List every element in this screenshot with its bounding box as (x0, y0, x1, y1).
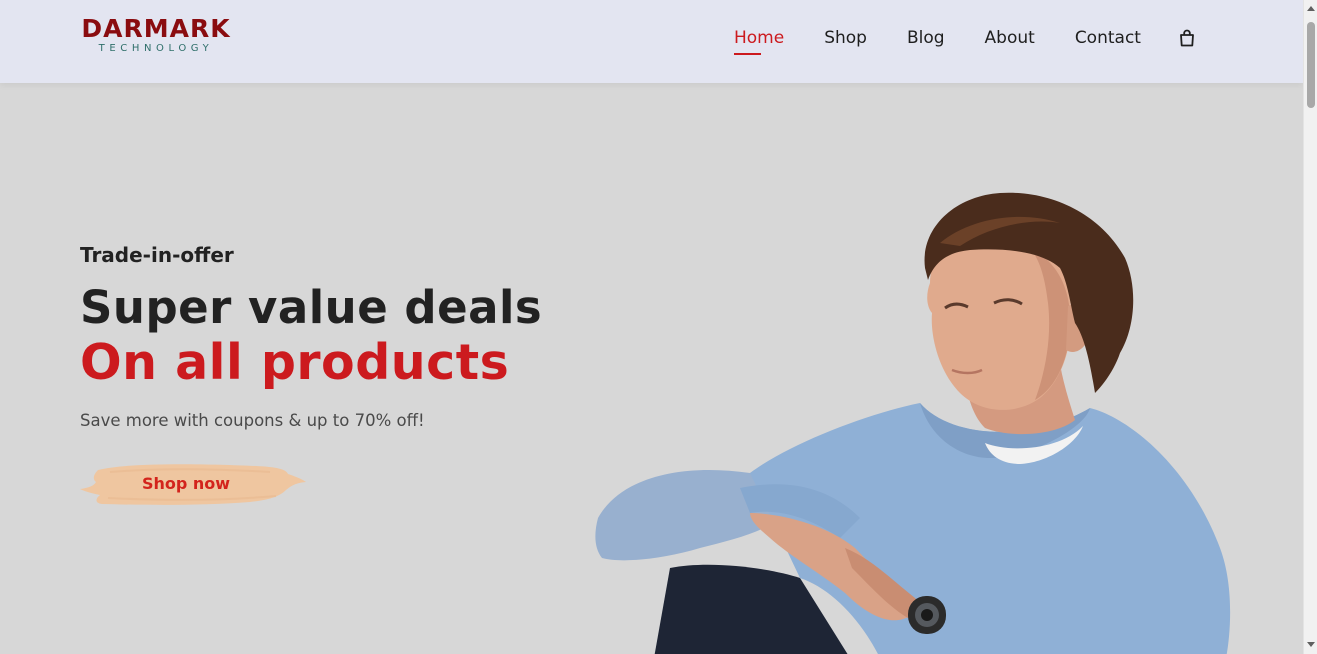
hero-kicker: Trade-in-offer (80, 243, 234, 267)
scrollbar-thumb[interactable] (1307, 22, 1315, 108)
main-nav: Home Shop Blog About Contact (734, 28, 1195, 55)
brand-name: DARMARK (81, 14, 231, 43)
nav-item-home[interactable]: Home (734, 28, 784, 55)
shop-now-label: Shop now (141, 474, 231, 493)
hero-model-image (590, 188, 1240, 654)
page-viewport: DARMARK TECHNOLOGY Home Shop Blog About … (0, 0, 1303, 654)
shop-now-button[interactable]: Shop now (80, 460, 310, 508)
brand-logo[interactable]: DARMARK TECHNOLOGY (79, 16, 233, 54)
shopping-bag-icon[interactable] (1179, 29, 1195, 47)
nav-item-shop[interactable]: Shop (824, 28, 867, 48)
nav-item-contact[interactable]: Contact (1075, 28, 1141, 48)
site-header: DARMARK TECHNOLOGY Home Shop Blog About … (0, 0, 1303, 83)
scroll-down-arrow-icon[interactable] (1307, 642, 1315, 647)
hero-banner: Trade-in-offer Super value deals On all … (0, 83, 1303, 654)
hero-subtext: Save more with coupons & up to 70% off! (80, 411, 425, 430)
vertical-scrollbar[interactable] (1303, 0, 1317, 654)
scroll-up-arrow-icon[interactable] (1307, 6, 1315, 11)
nav-item-about[interactable]: About (985, 28, 1035, 48)
brand-tagline: TECHNOLOGY (98, 43, 214, 54)
hero-headline-accent: On all products (80, 334, 510, 391)
hero-copy: Trade-in-offer Super value deals On all … (80, 243, 542, 430)
hero-headline: Super value deals (80, 281, 543, 334)
nav-item-blog[interactable]: Blog (907, 28, 945, 48)
